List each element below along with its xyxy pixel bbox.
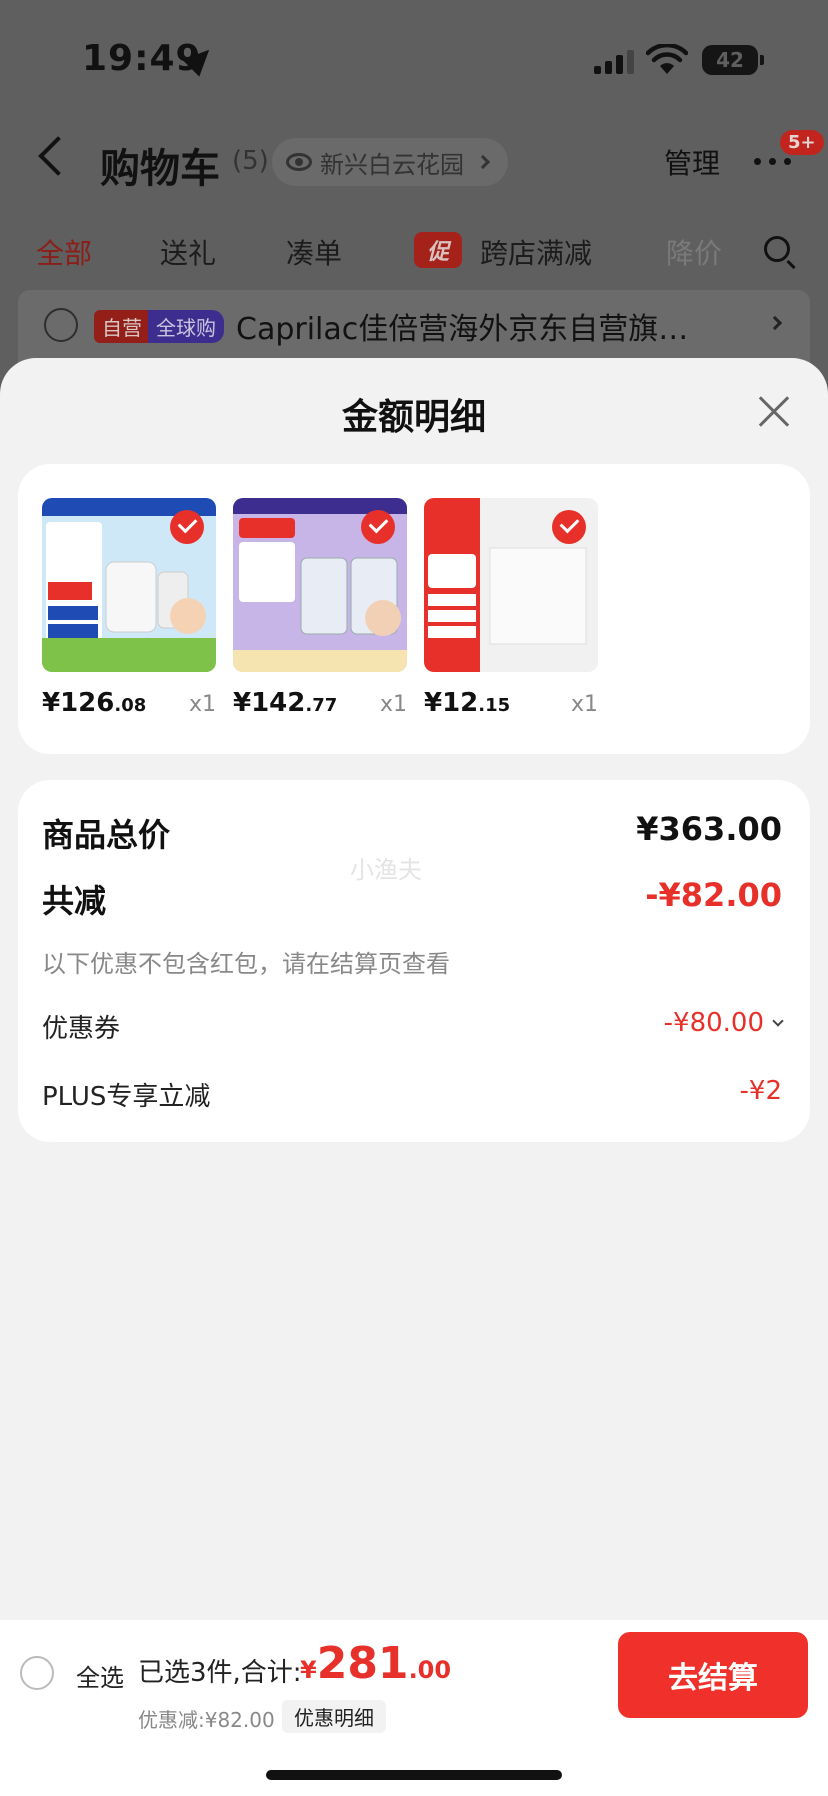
reduction-note: 以下优惠不包含红包，请在结算页查看 <box>42 950 450 978</box>
filter-tabs: 全部 送礼 凑单 促 跨店满减 降价 <box>0 222 828 278</box>
selected-check-icon <box>170 510 204 544</box>
product-list-card: ¥126.08 x1 ¥142.77 x1 ¥12.15 x1 <box>18 464 810 754</box>
product-price: ¥12.15 <box>424 688 511 718</box>
search-icon[interactable] <box>764 236 790 262</box>
product-item[interactable]: ¥142.77 x1 <box>233 498 407 718</box>
total-amount: ¥281.00 <box>300 1638 452 1689</box>
cellular-signal-icon <box>594 48 634 74</box>
tab-all[interactable]: 全部 <box>36 232 92 272</box>
self-operated-tag: 自营 <box>94 310 150 343</box>
product-quantity: x1 <box>570 692 598 717</box>
status-bar: 19:49 42 <box>0 0 828 120</box>
coupon-value-row[interactable]: -¥80.00 <box>663 1008 784 1038</box>
selected-check-icon <box>552 510 586 544</box>
product-image <box>424 498 598 672</box>
product-quantity: x1 <box>188 692 216 717</box>
eye-icon <box>286 153 312 171</box>
battery-icon: 42 <box>702 45 764 75</box>
promo-tag: 促 <box>414 232 462 268</box>
tab-cross-store[interactable]: 跨店满减 <box>480 232 592 272</box>
close-icon[interactable] <box>756 394 792 430</box>
cart-count: (5) <box>232 146 269 176</box>
chevron-right-icon <box>475 154 491 170</box>
checkout-bar: 全选 已选3件,合计: ¥281.00 优惠减:¥82.00 优惠明细 去结算 <box>0 1620 828 1796</box>
checkout-button[interactable]: 去结算 <box>618 1632 808 1718</box>
message-badge: 5+ <box>780 130 824 155</box>
chevron-down-icon <box>772 1015 784 1027</box>
selected-check-icon <box>361 510 395 544</box>
product-image <box>233 498 407 672</box>
total-reduction-label: 共减 <box>42 882 107 920</box>
manage-button[interactable]: 管理 <box>664 142 720 182</box>
price-summary-card: 小渔夫 商品总价 ¥363.00 共减 -¥82.00 以下优惠不包含红包，请在… <box>18 780 810 1142</box>
page-title: 购物车 <box>100 146 220 192</box>
cart-header: 购物车 (5) 新兴白云花园 管理 5+ <box>0 120 828 204</box>
tab-price-drop[interactable]: 降价 <box>666 232 722 272</box>
product-item[interactable]: ¥12.15 x1 <box>424 498 598 718</box>
back-icon[interactable] <box>38 136 78 176</box>
total-reduction-value: -¥82.00 <box>645 876 782 914</box>
discount-summary: 优惠减:¥82.00 <box>138 1708 275 1732</box>
product-image <box>42 498 216 672</box>
chevron-right-icon <box>767 315 783 331</box>
home-indicator <box>266 1770 562 1780</box>
total-price-value: ¥363.00 <box>636 810 782 848</box>
select-all-radio[interactable] <box>20 1656 54 1690</box>
tab-bundle[interactable]: 凑单 <box>286 232 342 272</box>
watermark: 小渔夫 <box>350 856 422 884</box>
coupon-value: -¥80.00 <box>663 1008 764 1038</box>
product-quantity: x1 <box>379 692 407 717</box>
global-purchase-tag: 全球购 <box>148 310 224 343</box>
select-all-label[interactable]: 全选 <box>76 1658 124 1693</box>
address-label: 新兴白云花园 <box>320 150 464 179</box>
wifi-icon <box>646 44 688 74</box>
more-icon[interactable] <box>754 158 791 165</box>
amount-detail-sheet: 金额明细 ¥126.08 x1 ¥142.77 x1 ¥12.15 x1 小渔夫… <box>0 358 828 1620</box>
coupon-label: 优惠券 <box>42 1014 121 1044</box>
sheet-title: 金额明细 <box>341 397 486 438</box>
plus-discount-value: -¥2 <box>739 1076 782 1106</box>
shop-select-radio[interactable] <box>44 308 78 342</box>
product-price: ¥142.77 <box>233 688 338 718</box>
plus-discount-label: PLUS专享立减 <box>42 1082 211 1112</box>
product-price: ¥126.08 <box>42 688 147 718</box>
selected-summary: 已选3件,合计: <box>138 1658 302 1688</box>
product-item[interactable]: ¥126.08 x1 <box>42 498 216 718</box>
discount-detail-button[interactable]: 优惠明细 <box>282 1700 386 1733</box>
address-selector[interactable]: 新兴白云花园 <box>272 138 508 186</box>
total-price-label: 商品总价 <box>42 816 171 854</box>
shop-name[interactable]: Caprilac佳倍营海外京东自营旗… <box>236 304 756 348</box>
tab-gift[interactable]: 送礼 <box>160 232 216 272</box>
